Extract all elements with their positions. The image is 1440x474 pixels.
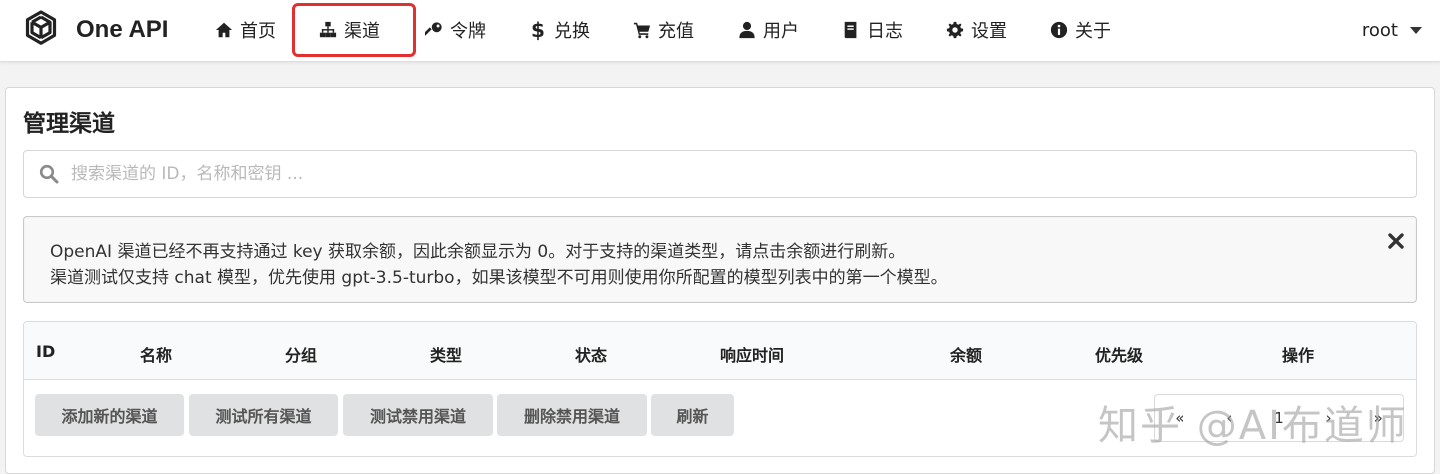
- column-header-priority[interactable]: 优先级: [1095, 342, 1143, 366]
- nav-label-about: 关于: [1075, 21, 1111, 42]
- search-icon: [39, 164, 59, 184]
- search-box[interactable]: [23, 150, 1417, 198]
- info-icon: [1049, 20, 1069, 40]
- column-header-group[interactable]: 分组: [285, 342, 317, 366]
- column-header-status[interactable]: 状态: [575, 342, 607, 366]
- table-header: ID 名称 分组 类型 状态 响应时间 余额 优先级 操作: [24, 322, 1416, 380]
- brand[interactable]: One API: [18, 6, 168, 54]
- notice-line-1: OpenAI 渠道已经不再支持通过 key 获取余额，因此余额显示为 0。对于支…: [50, 242, 906, 262]
- search-input[interactable]: [71, 164, 1371, 184]
- close-icon[interactable]: [1387, 232, 1405, 250]
- user-icon: [737, 20, 757, 40]
- nav-label-redeem: 兑换: [554, 21, 590, 42]
- chevron-down-icon: [1410, 26, 1422, 34]
- nav-item-topup[interactable]: 充值: [632, 10, 694, 50]
- nav-item-channels[interactable]: 渠道: [318, 10, 380, 50]
- nav-item-settings[interactable]: 设置: [945, 10, 1007, 50]
- pagination-page-1[interactable]: 1: [1254, 409, 1304, 427]
- sitemap-icon: [318, 20, 338, 40]
- nav-item-users[interactable]: 用户: [737, 10, 799, 50]
- nav-label-tokens: 令牌: [450, 21, 486, 42]
- nav-item-home[interactable]: 首页: [214, 10, 276, 50]
- nav-label-logs: 日志: [867, 21, 903, 42]
- pagination-next[interactable]: ›: [1304, 409, 1354, 427]
- column-header-actions: 操作: [1282, 346, 1315, 365]
- column-header-id[interactable]: ID: [36, 342, 55, 361]
- nav-label-topup: 充值: [658, 21, 694, 42]
- channels-table: ID 名称 分组 类型 状态 响应时间 余额 优先级 操作 添加新的渠道 测试所…: [23, 321, 1417, 457]
- nav-label-users: 用户: [763, 21, 799, 42]
- username: root: [1361, 19, 1398, 41]
- add-channel-button[interactable]: 添加新的渠道: [35, 394, 184, 436]
- key-icon: [424, 20, 444, 40]
- nav-label-settings: 设置: [971, 21, 1007, 42]
- pagination-prev[interactable]: ‹: [1205, 409, 1255, 427]
- dollar-icon: $: [531, 18, 545, 42]
- column-header-response-time[interactable]: 响应时间: [720, 342, 784, 366]
- user-menu[interactable]: root: [1362, 10, 1422, 50]
- nav-label-channels: 渠道: [344, 21, 380, 42]
- gear-icon: [945, 20, 965, 40]
- pagination-last[interactable]: »: [1353, 409, 1403, 427]
- refresh-button[interactable]: 刷新: [651, 394, 734, 436]
- pagination: « ‹ 1 › »: [1154, 394, 1404, 442]
- nav-label-home: 首页: [240, 21, 276, 42]
- page-title: 管理渠道: [23, 111, 115, 137]
- home-icon: [214, 20, 234, 40]
- notice-line-2: 渠道测试仅支持 chat 模型，优先使用 gpt-3.5-turbo，如果该模型…: [50, 268, 948, 288]
- pagination-first[interactable]: «: [1155, 409, 1205, 427]
- column-header-type[interactable]: 类型: [430, 342, 462, 366]
- column-header-balance[interactable]: 余额: [950, 342, 982, 366]
- cart-icon: [632, 20, 652, 40]
- test-all-channels-button[interactable]: 测试所有渠道: [189, 394, 338, 436]
- column-header-name[interactable]: 名称: [140, 342, 172, 366]
- nav-item-tokens[interactable]: 令牌: [424, 10, 486, 50]
- delete-disabled-channels-button[interactable]: 删除禁用渠道: [497, 394, 647, 436]
- nav-item-about[interactable]: 关于: [1049, 10, 1111, 50]
- top-navbar: One API 首页 渠道 令牌 $ 兑换 充值 用户 日志 设置 关于 roo…: [0, 0, 1440, 62]
- info-notice: OpenAI 渠道已经不再支持通过 key 获取余额，因此余额显示为 0。对于支…: [23, 216, 1417, 303]
- app-name: One API: [76, 16, 169, 43]
- book-icon: [841, 20, 861, 40]
- openai-logo-icon: [25, 10, 57, 45]
- nav-item-logs[interactable]: 日志: [841, 10, 903, 50]
- nav-item-redeem[interactable]: $ 兑换: [528, 10, 590, 50]
- test-disabled-channels-button[interactable]: 测试禁用渠道: [343, 394, 493, 436]
